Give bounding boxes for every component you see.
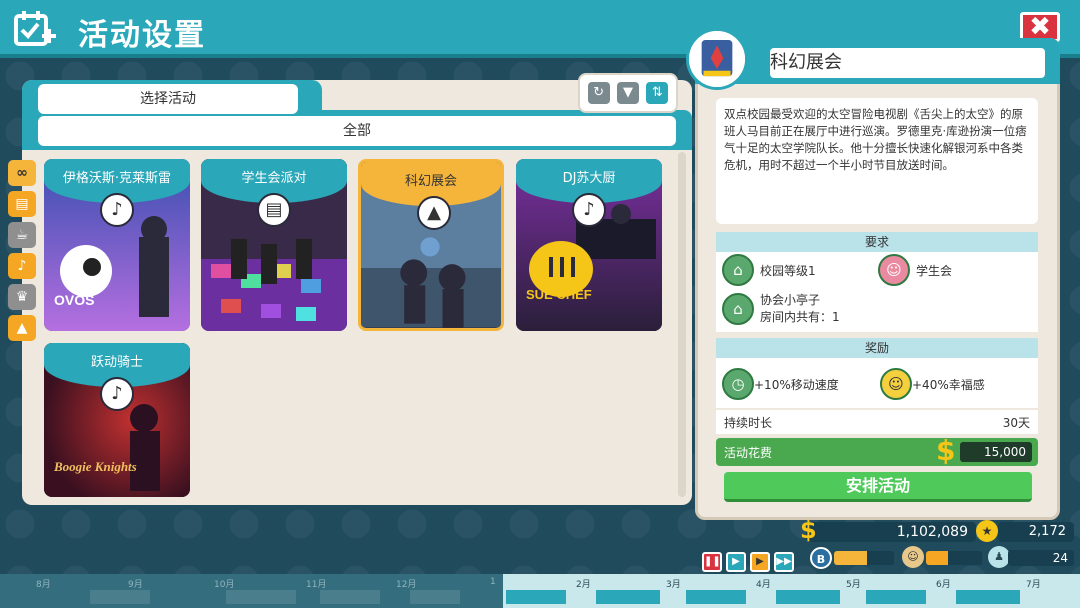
timeline-month-label: 4月 [756,580,771,590]
trophy-icon[interactable]: ♛ [8,284,36,310]
sort-refresh-icon[interactable]: ↻ [587,82,610,104]
timeline-month-label: 2月 [576,580,591,590]
requirement-label: 协会小亭子 [760,293,821,307]
microphone-icon: ♪ [100,377,134,411]
detail-description: 双点校园最受欢迎的太空冒险电视剧《舌尖上的太空》的原班人马目前正在展厅中进行巡演… [716,98,1038,224]
grade-progress-fill [834,551,867,565]
microphone-icon: ♪ [100,193,134,227]
filter-all-dropdown[interactable]: 全部 [38,116,676,146]
detail-title: 科幻展会 [770,48,1045,78]
timeline-month-label: 8月 [36,580,51,590]
requirement-sub: 房间内共有：1 [760,310,840,324]
duration-row: 持续时长 30天 [716,410,1038,434]
timeline-month-label: 10月 [214,580,235,590]
happiness-face-icon[interactable]: ☺ [902,546,924,568]
dollar-icon: $ [800,516,817,544]
fast-forward-icon[interactable]: ▶▶ [774,552,794,572]
money-display: 1,102,089 [806,522,976,542]
timeline-event-bar[interactable] [686,590,746,604]
timeline-month-label: 1 [490,577,496,587]
reward-label: +40%幸福感 [912,377,985,392]
timeline-month-label: 9月 [128,580,143,590]
campus-icon: ⌂ [722,254,754,286]
student-union-icon: ☺ [878,254,910,286]
reward-speed: ◷ +10%移动速度 [722,368,839,400]
activity-card-dj-sue-chef[interactable]: SUE CHEF DJ苏大厨 ♪ [516,159,662,331]
happiness-progress-fill [926,551,949,565]
cost-value: 15,000 [960,442,1032,462]
speed-icon: ◷ [722,368,754,400]
boombox-icon[interactable]: ▤ [8,191,36,217]
requirement-label: 学生会 [916,263,953,278]
requirement-label: 校园等级1 [760,263,816,278]
activity-scrollbar[interactable] [678,152,686,497]
happy-icon: ☺ [880,368,912,400]
activity-card-igworth[interactable]: OVOS 伊格沃斯·克莱斯雷 ♪ [44,159,190,331]
boogie-knights-logo-text: Boogie Knights [53,459,137,474]
calendar-add-icon [14,11,56,46]
timeline-month-label: 12月 [396,580,417,590]
timeline-event-bar[interactable] [866,590,926,604]
duration-value: 30天 [1002,415,1030,430]
sue-chef-logo-text: SUE CHEF [526,287,592,302]
microphone-icon: ♪ [572,193,606,227]
ovos-logo-text: OVOS [54,292,94,308]
timeline-month-label: 11月 [306,580,327,590]
tab-select-activity[interactable]: 选择活动 [38,84,298,114]
timeline-month-label: 5月 [846,580,861,590]
cost-label: 活动花费 [724,445,773,460]
timeline-event-bar[interactable] [776,590,840,604]
schedule-activity-button[interactable]: 安排活动 [724,472,1032,502]
kiosk-icon: ⌂ [722,293,754,325]
kudos-display: 2,172 [998,522,1074,542]
requirements-header: 要求 [716,232,1038,252]
dollar-icon: $ [936,434,956,467]
scifi-badge-icon [686,28,748,90]
grade-progress-bar [834,551,894,565]
reward-happiness: ☺ +40%幸福感 [880,368,985,400]
timeline-event-bar[interactable] [90,590,150,604]
sort-controls: ↻ ▼ ⇅ [578,73,678,113]
rewards-header: 奖励 [716,338,1038,358]
sort-order-icon[interactable]: ⇅ [646,82,669,104]
speed-controls: ❚❚ ▶ ▶ ▶▶ [702,552,794,572]
activity-card-boogie-knights[interactable]: Boogie Knights 跃动骑士 ♪ [44,343,190,497]
requirement-kiosk: ⌂ 协会小亭子 房间内共有：1 [722,292,840,326]
kudos-icon: ★ [976,520,998,542]
pause-icon[interactable]: ❚❚ [702,552,722,572]
happiness-progress-bar [926,551,982,565]
category-tabs: ∞ ▤ ☕ ♪ ♛ ▲ [8,160,38,346]
page-title: 活动设置 [78,18,206,53]
students-icon[interactable]: ♟ [988,546,1010,568]
activity-card-scifi-expo[interactable]: 科幻展会 ▲ [358,159,504,331]
play-slow-icon[interactable]: ▶ [726,552,746,572]
students-count: 24 [1008,550,1074,566]
rocket-icon: ▲ [417,196,451,230]
timeline-event-bar[interactable] [410,590,460,604]
reward-label: +10%移动速度 [754,377,839,392]
timeline-event-bar[interactable] [320,590,380,604]
timeline-month-label: 7月 [1026,580,1041,590]
sort-type-icon[interactable]: ▼ [616,82,639,104]
timeline-event-bar[interactable] [956,590,1020,604]
duration-label: 持续时长 [724,415,773,430]
timeline-event-bar[interactable] [596,590,660,604]
timeline-event-bar[interactable] [226,590,296,604]
activity-card-union-party[interactable]: 学生会派对 ▤ [201,159,347,331]
boombox-icon: ▤ [257,193,291,227]
timeline-month-label: 3月 [666,580,681,590]
rocket-icon[interactable]: ▲ [8,315,36,341]
microphone-icon[interactable]: ♪ [8,253,36,279]
timeline-event-bar[interactable] [506,590,566,604]
infinity-icon[interactable]: ∞ [8,160,36,186]
requirement-campus-level: ⌂ 校园等级1 [722,254,816,286]
requirement-student-union: ☺ 学生会 [878,254,952,286]
teapot-icon[interactable]: ☕ [8,222,36,248]
timeline-month-label: 6月 [936,580,951,590]
grade-badge[interactable]: B [810,547,832,569]
play-normal-icon[interactable]: ▶ [750,552,770,572]
